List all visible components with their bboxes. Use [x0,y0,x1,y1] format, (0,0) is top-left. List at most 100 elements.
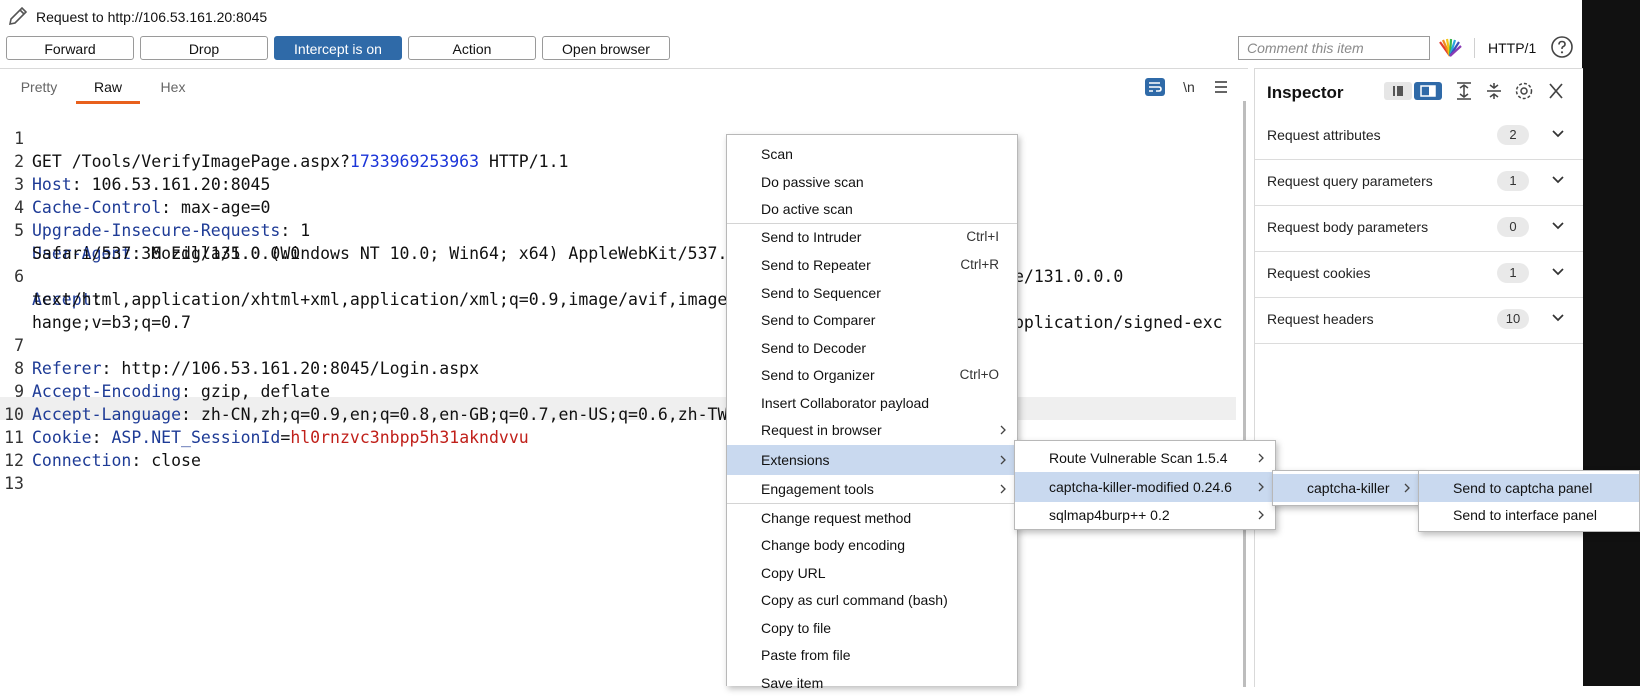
chevron-right-icon [1404,483,1410,493]
menu-item-active-scan[interactable]: Do active scan [727,196,1017,222]
captcha-killer-submenu: Send to captcha panel Send to interface … [1418,470,1640,532]
menu-item-send-to-decoder[interactable]: Send to Decoder [727,335,1017,361]
menu-item-send-to-sequencer[interactable]: Send to Sequencer [727,280,1017,306]
menu-item-engagement-tools[interactable]: Engagement tools [727,476,1017,502]
chevron-down-icon [1552,268,1564,276]
chevron-right-icon [1000,455,1006,465]
screen-edge [1582,0,1640,686]
layout-panel-icon[interactable] [1413,81,1443,101]
menu-item-send-to-intruder[interactable]: Send to Intruder Ctrl+I [727,224,1017,250]
count-badge: 1 [1497,263,1529,283]
wrap-lines-icon[interactable] [1144,77,1166,97]
inspector-section-cookies[interactable]: Request cookies 1 [1255,251,1583,298]
menu-item-copy-as-curl[interactable]: Copy as curl command (bash) [727,587,1017,613]
code-line: 10 Cookie: ASP.NET_SessionId=hl0rnzvc3nb… [4,405,529,447]
code-line: 2 Host: 106.53.161.20:8045 [14,152,271,194]
code-line: 5 User-Agent: Mozilla/5.0 (Windows NT 10… [14,221,1124,286]
code-line: Safari/537.36 Edg/131.0.0.0 [32,244,301,263]
menu-item-extensions[interactable]: Extensions [727,445,1017,475]
menu-icon[interactable] [1210,77,1232,97]
inspector-title: Inspector [1267,83,1344,102]
code-line: 1 GET /Tools/VerifyImagePage.aspx?173396… [14,129,569,171]
toolbar: Forward Drop Intercept is on Action Open… [0,36,1582,66]
chevron-down-icon [1552,314,1564,322]
pencil-icon [8,6,28,26]
open-browser-button[interactable]: Open browser [542,36,670,60]
code-line: 8 Accept-Encoding: gzip, deflate [14,359,331,401]
collapse-all-icon[interactable] [1481,81,1507,101]
window-title: Request to http://106.53.161.20:8045 [36,9,268,25]
menu-item-route-vulnerable-scan[interactable]: Route Vulnerable Scan 1.5.4 [1015,445,1275,471]
code-line: 11 Connection: close [4,428,201,470]
title-bar: Request to http://106.53.161.20:8045 [0,0,1582,34]
menu-item-send-to-interface-panel[interactable]: Send to interface panel [1419,502,1639,528]
menu-item-paste-from-file[interactable]: Paste from file [727,642,1017,668]
menu-item-request-in-browser[interactable]: Request in browser [727,417,1017,443]
code-line: hange;v=b3;q=0.7 [32,313,191,332]
menu-item-sqlmap4burp[interactable]: sqlmap4burp++ 0.2 [1015,502,1275,528]
menu-item-copy-url[interactable]: Copy URL [727,560,1017,586]
menu-item-send-to-captcha-panel[interactable]: Send to captcha panel [1419,474,1639,502]
code-line: 7 Referer: http://106.53.161.20:8045/Log… [14,336,480,378]
inspector-section-query-parameters[interactable]: Request query parameters 1 [1255,159,1583,206]
count-badge: 10 [1497,309,1529,329]
chevron-down-icon [1552,222,1564,230]
close-icon[interactable] [1543,81,1569,101]
intercept-toggle-button[interactable]: Intercept is on [274,36,402,60]
tab-raw[interactable]: Raw [76,77,140,104]
inspector-section-request-attributes[interactable]: Request attributes 2 [1255,113,1583,160]
menu-item-copy-to-file[interactable]: Copy to file [727,615,1017,641]
code-line: 3 Cache-Control: max-age=0 [14,175,271,217]
newline-toggle[interactable]: \n [1178,77,1200,97]
chevron-right-icon [1258,510,1264,520]
gear-icon[interactable] [1511,81,1537,101]
count-badge: 1 [1497,171,1529,191]
code-line: 6 Accept: [14,267,102,309]
editor-scrollbar[interactable] [1243,101,1246,687]
action-button[interactable]: Action [408,36,536,60]
count-badge: 2 [1497,125,1529,145]
chevron-right-icon [1000,484,1006,494]
captcha-killer-modified-submenu: captcha-killer [1272,470,1422,506]
context-menu: Scan Do passive scan Do active scan Send… [726,134,1018,691]
forward-button[interactable]: Forward [6,36,134,60]
menu-item-send-to-repeater[interactable]: Send to Repeater Ctrl+R [727,252,1017,278]
menu-item-passive-scan[interactable]: Do passive scan [727,169,1017,195]
tab-pretty[interactable]: Pretty [8,77,70,101]
menu-item-insert-collaborator-payload[interactable]: Insert Collaborator payload [727,390,1017,416]
code-line: 9 Accept-Language: zh-CN,zh;q=0.9,en;q=0… [14,382,728,424]
menu-item-send-to-organizer[interactable]: Send to Organizer Ctrl+O [727,362,1017,388]
inspector-section-headers[interactable]: Request headers 10 [1255,297,1583,344]
menu-item-change-body-encoding[interactable]: Change body encoding [727,532,1017,558]
menu-item-change-request-method[interactable]: Change request method [727,505,1017,531]
code-line: text/html,application/xhtml+xml,applicat… [32,290,1223,332]
extensions-submenu: Route Vulnerable Scan 1.5.4 captcha-kill… [1014,440,1276,530]
menu-item-scan[interactable]: Scan [727,141,1017,167]
inspector-section-body-parameters[interactable]: Request body parameters 0 [1255,205,1583,252]
message-editor: Pretty Raw Hex \n 1 GET /Tools/VerifyIma… [0,68,1248,687]
chevron-right-icon [1258,482,1264,492]
chevron-down-icon [1552,130,1564,138]
tab-hex[interactable]: Hex [142,77,204,101]
chevron-right-icon [1258,453,1264,463]
help-icon[interactable] [1550,35,1574,59]
count-badge: 0 [1497,217,1529,237]
code-line: 4 Upgrade-Insecure-Requests: 1 [14,198,311,240]
inspector-panel: Inspector Request attributes 2 Request q… [1254,68,1583,687]
http-version-toggle[interactable]: HTTP/1 [1488,40,1536,56]
toolbar-divider [1474,38,1475,58]
menu-item-captcha-killer[interactable]: captcha-killer [1273,474,1421,502]
layout-list-icon[interactable] [1383,81,1413,101]
burp-logo-icon [1439,38,1462,57]
chevron-right-icon [1000,425,1006,435]
code-line: 13 [4,474,24,493]
drop-button[interactable]: Drop [140,36,268,60]
code-line: 12 [4,451,24,470]
menu-item-save-item[interactable]: Save item [727,670,1017,696]
menu-item-send-to-comparer[interactable]: Send to Comparer [727,307,1017,333]
chevron-down-icon [1552,176,1564,184]
expand-all-icon[interactable] [1451,81,1477,101]
menu-item-captcha-killer-modified[interactable]: captcha-killer-modified 0.24.6 [1015,472,1275,502]
comment-input[interactable] [1238,36,1430,60]
menu-separator [727,503,1017,504]
